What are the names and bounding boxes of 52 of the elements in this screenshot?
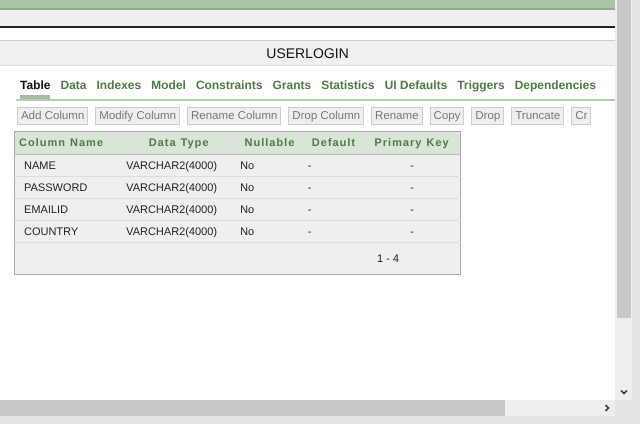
table-cell: COUNTRY xyxy=(14,220,122,242)
table-cell: NAME xyxy=(14,154,122,176)
chevron-right-icon[interactable] xyxy=(603,404,611,412)
pagination-range: 1 - 4 xyxy=(377,252,400,264)
table-cell: No xyxy=(236,198,304,220)
toolbar-button[interactable]: Cr xyxy=(571,107,592,125)
tab[interactable]: Data xyxy=(60,78,86,99)
scrollbar-thumb[interactable] xyxy=(0,400,505,416)
table-cell: - xyxy=(364,220,460,242)
toolbar-button[interactable]: Rename xyxy=(371,107,423,125)
toolbar-button[interactable]: Rename Column xyxy=(187,107,282,125)
column-header: Nullable xyxy=(236,132,304,154)
tab[interactable]: Model xyxy=(151,78,186,99)
chevron-down-icon[interactable] xyxy=(620,388,628,396)
table-cell: - xyxy=(364,176,460,198)
tab[interactable]: Constraints xyxy=(196,78,263,99)
table-cell: - xyxy=(304,176,364,198)
table-cell: No xyxy=(236,154,304,176)
horizontal-scrollbar[interactable] xyxy=(0,400,615,416)
toolbar-button[interactable]: Drop Column xyxy=(288,107,364,125)
column-header: Primary Key xyxy=(364,132,460,154)
column-header: Data Type xyxy=(122,132,236,154)
table-cell: EMAILID xyxy=(14,198,122,220)
table-cell: No xyxy=(236,176,304,198)
table-cell: - xyxy=(304,154,364,176)
table-cell: VARCHAR2(4000) xyxy=(122,198,236,220)
table-cell: - xyxy=(304,198,364,220)
table-cell: - xyxy=(364,198,460,220)
column-header: Column Name xyxy=(14,132,122,154)
table-cell: - xyxy=(364,154,460,176)
tab[interactable]: Triggers xyxy=(457,78,505,99)
tab[interactable]: Indexes xyxy=(96,78,142,99)
tab[interactable]: Dependencies xyxy=(514,78,596,99)
vertical-scrollbar[interactable] xyxy=(615,0,632,400)
tab[interactable]: Table xyxy=(20,78,50,99)
tab[interactable]: Grants xyxy=(272,78,312,99)
column-header: Default xyxy=(304,132,364,154)
table-cell: PASSWORD xyxy=(14,176,122,198)
toolbar-button[interactable]: Truncate xyxy=(511,107,564,125)
toolbar-button[interactable]: Modify Column xyxy=(95,107,180,125)
tab[interactable]: Statistics xyxy=(321,78,375,99)
toolbar-button[interactable]: Add Column xyxy=(17,107,88,125)
toolbar-button[interactable]: Drop xyxy=(471,107,504,125)
tab[interactable]: UI Defaults xyxy=(384,78,448,99)
table-cell: VARCHAR2(4000) xyxy=(122,176,236,198)
table-cell: No xyxy=(236,220,304,242)
table-cell: VARCHAR2(4000) xyxy=(122,154,236,176)
table-cell: - xyxy=(304,220,364,242)
table-title: USERLOGIN xyxy=(0,40,615,66)
toolbar-button[interactable]: Copy xyxy=(430,107,464,125)
scrollbar-thumb[interactable] xyxy=(616,0,630,318)
table-cell: VARCHAR2(4000) xyxy=(122,220,236,242)
